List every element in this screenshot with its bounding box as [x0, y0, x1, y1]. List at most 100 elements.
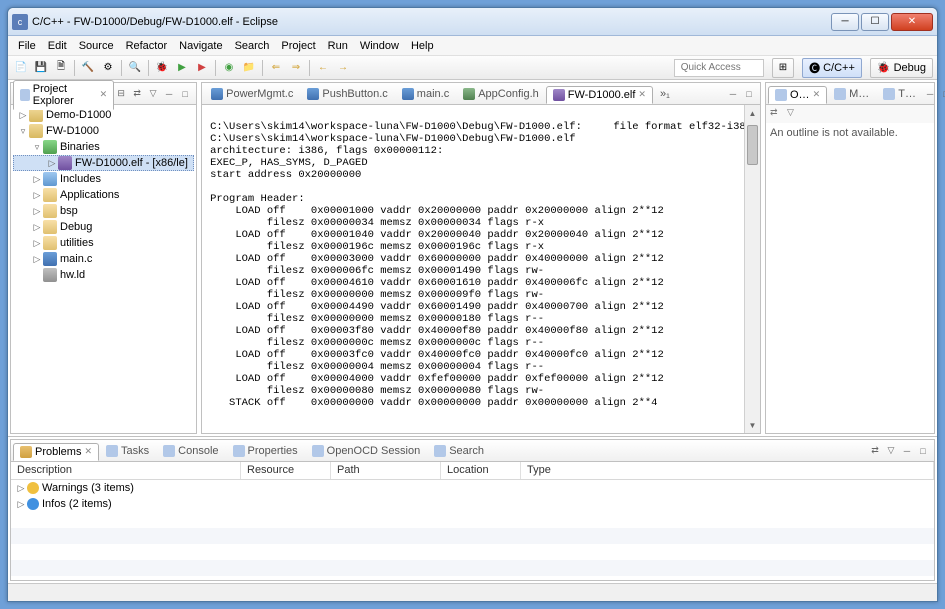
- tree-node[interactable]: ▷Applications: [13, 187, 194, 203]
- col-description[interactable]: Description: [11, 462, 241, 479]
- tree-node[interactable]: ▷Includes: [13, 171, 194, 187]
- close-icon[interactable]: ✕: [813, 89, 821, 100]
- scroll-down-icon[interactable]: ▼: [745, 417, 760, 433]
- expand-icon[interactable]: ▿: [17, 126, 29, 137]
- col-path[interactable]: Path: [331, 462, 441, 479]
- build-config-button[interactable]: ⚙: [99, 59, 117, 77]
- new-folder-button[interactable]: 📁: [240, 59, 258, 77]
- minimize-view-button[interactable]: ─: [162, 87, 176, 101]
- save-button[interactable]: 💾: [32, 59, 50, 77]
- tree-node[interactable]: ▿FW-D1000: [13, 123, 194, 139]
- project-explorer-tree[interactable]: ▷Demo-D1000▿FW-D1000▿Binaries▷FW-D1000.e…: [11, 105, 196, 433]
- expand-icon[interactable]: ▷: [31, 238, 43, 249]
- problems-row[interactable]: ▷Infos (2 items): [11, 496, 934, 512]
- editor-scrollbar[interactable]: ▲ ▼: [744, 105, 760, 433]
- minimize-button[interactable]: ─: [831, 13, 859, 31]
- tree-node[interactable]: ▷FW-D1000.elf - [x86/le]: [13, 155, 194, 171]
- menu-refactor[interactable]: Refactor: [120, 38, 174, 54]
- close-icon[interactable]: ✕: [100, 89, 108, 100]
- problems-link-button[interactable]: ⇄: [868, 444, 882, 458]
- editor-content[interactable]: C:\Users\skim14\workspace-luna\FW-D1000\…: [202, 105, 760, 433]
- debug-button[interactable]: 🐞: [153, 59, 171, 77]
- expand-icon[interactable]: ▷: [46, 158, 58, 169]
- menu-run[interactable]: Run: [322, 38, 354, 54]
- quick-access-input[interactable]: [674, 59, 764, 77]
- editor-min-button[interactable]: ─: [726, 87, 740, 101]
- maximize-button[interactable]: ☐: [861, 13, 889, 31]
- menu-file[interactable]: File: [12, 38, 42, 54]
- problems-body[interactable]: ▷Warnings (3 items)▷Infos (2 items): [11, 480, 934, 580]
- col-type[interactable]: Type: [521, 462, 934, 479]
- tab-search[interactable]: Search: [427, 442, 491, 460]
- editor-tab[interactable]: main.c: [395, 85, 456, 103]
- menu-search[interactable]: Search: [229, 38, 276, 54]
- close-icon[interactable]: ✕: [84, 446, 92, 457]
- menu-source[interactable]: Source: [73, 38, 120, 54]
- menu-navigate[interactable]: Navigate: [173, 38, 228, 54]
- close-icon[interactable]: ✕: [638, 89, 646, 100]
- tree-node[interactable]: ▷bsp: [13, 203, 194, 219]
- scroll-up-icon[interactable]: ▲: [745, 105, 760, 121]
- expand-icon[interactable]: ▷: [15, 483, 27, 494]
- prev-edit-button[interactable]: ⇐: [267, 59, 285, 77]
- forward-button[interactable]: →: [334, 59, 352, 77]
- new-button[interactable]: 📄: [12, 59, 30, 77]
- back-button[interactable]: ←: [314, 59, 332, 77]
- save-all-button[interactable]: 🗎: [52, 59, 70, 77]
- new-class-button[interactable]: ◉: [220, 59, 238, 77]
- editor-tab[interactable]: PushButton.c: [300, 85, 394, 103]
- problems-menu-button[interactable]: ▽: [884, 444, 898, 458]
- menu-help[interactable]: Help: [405, 38, 440, 54]
- menu-edit[interactable]: Edit: [42, 38, 73, 54]
- link-editor-button[interactable]: ⇄: [130, 87, 144, 101]
- editor-tab[interactable]: PowerMgmt.c: [204, 85, 300, 103]
- expand-icon[interactable]: ▿: [31, 142, 43, 153]
- problems-max-button[interactable]: □: [916, 444, 930, 458]
- tab-outline[interactable]: O…✕: [768, 86, 827, 104]
- open-type-button[interactable]: 🔍: [126, 59, 144, 77]
- perspective-cpp[interactable]: 🅒C/C++: [802, 58, 862, 78]
- editor-tab[interactable]: AppConfig.h: [456, 85, 546, 103]
- tab-problems[interactable]: Problems✕: [13, 443, 99, 461]
- tab-tasklist[interactable]: T…: [876, 85, 923, 103]
- tab-console[interactable]: Console: [156, 442, 225, 460]
- view-menu-button[interactable]: ▽: [146, 87, 160, 101]
- problems-min-button[interactable]: ─: [900, 444, 914, 458]
- editor-max-button[interactable]: □: [742, 87, 756, 101]
- outline-min-button[interactable]: ─: [923, 87, 937, 101]
- outline-max-button[interactable]: □: [939, 87, 945, 101]
- open-perspective-button[interactable]: ⊞: [772, 58, 794, 78]
- menu-window[interactable]: Window: [354, 38, 405, 54]
- expand-icon[interactable]: ▷: [31, 254, 43, 265]
- outline-link-button[interactable]: ⇄: [770, 107, 784, 121]
- expand-icon[interactable]: ▷: [31, 190, 43, 201]
- close-button[interactable]: ✕: [891, 13, 933, 31]
- tab-make[interactable]: M…: [827, 85, 876, 103]
- tree-node[interactable]: ▿Binaries: [13, 139, 194, 155]
- tab-project-explorer[interactable]: Project Explorer ✕: [13, 80, 114, 110]
- col-location[interactable]: Location: [441, 462, 521, 479]
- outline-menu-button[interactable]: ▽: [787, 107, 801, 121]
- run-button[interactable]: ▶: [173, 59, 191, 77]
- tab-properties[interactable]: Properties: [226, 442, 305, 460]
- expand-icon[interactable]: ▷: [31, 222, 43, 233]
- editor-tab[interactable]: »₁: [653, 85, 677, 103]
- editor-tab[interactable]: FW-D1000.elf✕: [546, 86, 653, 104]
- scroll-thumb[interactable]: [747, 125, 758, 165]
- ext-tools-button[interactable]: ▶: [193, 59, 211, 77]
- expand-icon[interactable]: ▷: [31, 206, 43, 217]
- tree-node[interactable]: ▷Debug: [13, 219, 194, 235]
- collapse-all-button[interactable]: ⊟: [114, 87, 128, 101]
- tree-node[interactable]: ▷main.c: [13, 251, 194, 267]
- problems-row[interactable]: ▷Warnings (3 items): [11, 480, 934, 496]
- menu-project[interactable]: Project: [275, 38, 321, 54]
- col-resource[interactable]: Resource: [241, 462, 331, 479]
- expand-icon[interactable]: ▷: [31, 174, 43, 185]
- expand-icon[interactable]: ▷: [17, 110, 29, 121]
- perspective-debug[interactable]: 🐞Debug: [870, 58, 933, 78]
- tree-node[interactable]: hw.ld: [13, 267, 194, 283]
- expand-icon[interactable]: ▷: [15, 499, 27, 510]
- build-button[interactable]: 🔨: [79, 59, 97, 77]
- tree-node[interactable]: ▷utilities: [13, 235, 194, 251]
- tab-openocd[interactable]: OpenOCD Session: [305, 442, 428, 460]
